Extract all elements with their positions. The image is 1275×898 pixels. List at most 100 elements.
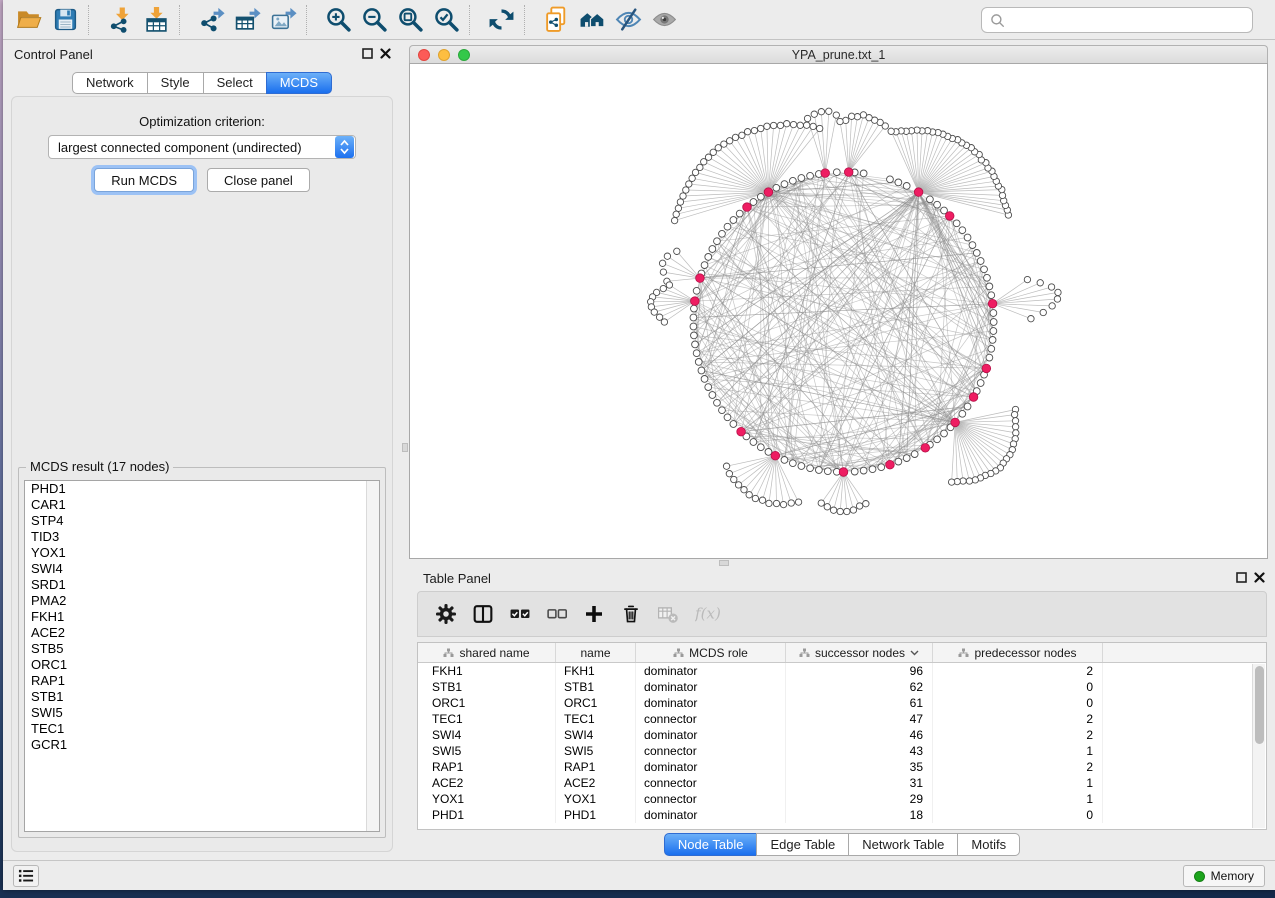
zoom-in-icon[interactable] bbox=[320, 4, 356, 36]
cell-successor-nodes[interactable]: 18 bbox=[786, 807, 933, 823]
open-file-icon[interactable] bbox=[11, 4, 47, 36]
mcds-result-node[interactable]: ORC1 bbox=[25, 657, 379, 673]
split-columns-icon[interactable] bbox=[473, 604, 493, 624]
hide-eye-icon[interactable] bbox=[610, 4, 646, 36]
close-panel-icon[interactable] bbox=[380, 48, 391, 59]
tab-mcds[interactable]: MCDS bbox=[266, 72, 332, 94]
mcds-result-node[interactable]: SRD1 bbox=[25, 577, 379, 593]
cell-shared-name[interactable]: YOX1 bbox=[418, 791, 556, 807]
mcds-result-node[interactable]: TEC1 bbox=[25, 721, 379, 737]
cell-shared-name[interactable]: ORC1 bbox=[418, 695, 556, 711]
mcds-result-node[interactable]: STP4 bbox=[25, 513, 379, 529]
table-row[interactable]: ORC1ORC1dominator610 bbox=[418, 695, 1266, 711]
cell-predecessor-nodes[interactable]: 1 bbox=[933, 791, 1103, 807]
cell-shared-name[interactable]: STB1 bbox=[418, 679, 556, 695]
cell-MCDS-role[interactable]: dominator bbox=[636, 679, 786, 695]
home-icon[interactable] bbox=[574, 4, 610, 36]
memory-button[interactable]: Memory bbox=[1183, 865, 1265, 887]
export-image-icon[interactable] bbox=[265, 4, 301, 36]
cell-name[interactable]: ACE2 bbox=[556, 775, 636, 791]
cell-shared-name[interactable]: PHD1 bbox=[418, 807, 556, 823]
horizontal-splitter[interactable] bbox=[409, 559, 1275, 567]
cell-MCDS-role[interactable]: dominator bbox=[636, 695, 786, 711]
import-network-icon[interactable] bbox=[102, 4, 138, 36]
column-header-name[interactable]: name bbox=[556, 643, 636, 662]
show-eye-icon[interactable] bbox=[646, 4, 682, 36]
table-row[interactable]: SWI5SWI5connector431 bbox=[418, 743, 1266, 759]
column-header-successor-nodes[interactable]: successor nodes bbox=[786, 643, 933, 662]
cell-successor-nodes[interactable]: 29 bbox=[786, 791, 933, 807]
cell-predecessor-nodes[interactable]: 1 bbox=[933, 743, 1103, 759]
add-column-icon[interactable] bbox=[584, 604, 604, 624]
cell-MCDS-role[interactable]: connector bbox=[636, 743, 786, 759]
tab-network-table[interactable]: Network Table bbox=[848, 833, 958, 856]
network-graph[interactable] bbox=[410, 64, 1267, 558]
column-header-predecessor-nodes[interactable]: predecessor nodes bbox=[933, 643, 1103, 662]
cell-name[interactable]: RAP1 bbox=[556, 759, 636, 775]
mcds-result-node[interactable]: STB5 bbox=[25, 641, 379, 657]
cell-predecessor-nodes[interactable]: 2 bbox=[933, 727, 1103, 743]
deselect-all-icon[interactable] bbox=[547, 604, 567, 624]
select-all-icon[interactable] bbox=[510, 604, 530, 624]
status-list-button[interactable] bbox=[13, 865, 39, 887]
cell-predecessor-nodes[interactable]: 2 bbox=[933, 759, 1103, 775]
table-row[interactable]: RAP1RAP1dominator352 bbox=[418, 759, 1266, 775]
table-scrollbar[interactable] bbox=[1252, 664, 1265, 828]
cell-successor-nodes[interactable]: 31 bbox=[786, 775, 933, 791]
cell-name[interactable]: YOX1 bbox=[556, 791, 636, 807]
float-panel-icon[interactable] bbox=[1236, 572, 1247, 583]
cell-MCDS-role[interactable]: dominator bbox=[636, 663, 786, 679]
gear-icon[interactable] bbox=[436, 604, 456, 624]
cell-predecessor-nodes[interactable]: 0 bbox=[933, 679, 1103, 695]
zoom-selected-icon[interactable] bbox=[428, 4, 464, 36]
column-header-MCDS-role[interactable]: MCDS role bbox=[636, 643, 786, 662]
export-table-icon[interactable] bbox=[229, 4, 265, 36]
save-session-icon[interactable] bbox=[47, 4, 83, 36]
export-network-icon[interactable] bbox=[193, 4, 229, 36]
cell-MCDS-role[interactable]: connector bbox=[636, 791, 786, 807]
cell-successor-nodes[interactable]: 43 bbox=[786, 743, 933, 759]
search-box[interactable] bbox=[981, 7, 1253, 33]
cell-predecessor-nodes[interactable]: 2 bbox=[933, 711, 1103, 727]
mcds-result-node[interactable]: STB1 bbox=[25, 689, 379, 705]
search-input[interactable] bbox=[1011, 13, 1244, 28]
network-window-titlebar[interactable]: YPA_prune.txt_1 bbox=[409, 45, 1268, 63]
table-row[interactable]: SWI4SWI4dominator462 bbox=[418, 727, 1266, 743]
mcds-result-node[interactable]: YOX1 bbox=[25, 545, 379, 561]
splitter-handle[interactable] bbox=[402, 443, 408, 452]
zoom-out-icon[interactable] bbox=[356, 4, 392, 36]
column-header-shared-name[interactable]: shared name bbox=[418, 643, 556, 662]
table-row[interactable]: FKH1FKH1dominator962 bbox=[418, 663, 1266, 679]
table-scrollbar-thumb[interactable] bbox=[1255, 666, 1264, 744]
cell-name[interactable]: PHD1 bbox=[556, 807, 636, 823]
cell-shared-name[interactable]: FKH1 bbox=[418, 663, 556, 679]
tab-select[interactable]: Select bbox=[203, 72, 267, 94]
cell-predecessor-nodes[interactable]: 1 bbox=[933, 775, 1103, 791]
mcds-result-node[interactable]: TID3 bbox=[25, 529, 379, 545]
run-mcds-button[interactable]: Run MCDS bbox=[94, 168, 194, 192]
cell-MCDS-role[interactable]: connector bbox=[636, 775, 786, 791]
cell-MCDS-role[interactable]: dominator bbox=[636, 807, 786, 823]
cell-successor-nodes[interactable]: 96 bbox=[786, 663, 933, 679]
mcds-result-list[interactable]: PHD1CAR1STP4TID3YOX1SWI4SRD1PMA2FKH1ACE2… bbox=[24, 480, 380, 832]
cell-successor-nodes[interactable]: 61 bbox=[786, 695, 933, 711]
float-panel-icon[interactable] bbox=[362, 48, 373, 59]
mcds-result-node[interactable]: SWI4 bbox=[25, 561, 379, 577]
tab-node-table[interactable]: Node Table bbox=[664, 833, 758, 856]
vertical-splitter[interactable] bbox=[401, 41, 409, 860]
cell-shared-name[interactable]: ACE2 bbox=[418, 775, 556, 791]
cell-name[interactable]: SWI4 bbox=[556, 727, 636, 743]
splitter-handle[interactable] bbox=[719, 560, 729, 566]
cell-shared-name[interactable]: SWI4 bbox=[418, 727, 556, 743]
mcds-result-node[interactable]: FKH1 bbox=[25, 609, 379, 625]
mcds-result-node[interactable]: ACE2 bbox=[25, 625, 379, 641]
cell-shared-name[interactable]: RAP1 bbox=[418, 759, 556, 775]
cell-predecessor-nodes[interactable]: 0 bbox=[933, 807, 1103, 823]
tab-motifs[interactable]: Motifs bbox=[957, 833, 1020, 856]
table-row[interactable]: ACE2ACE2connector311 bbox=[418, 775, 1266, 791]
cell-name[interactable]: ORC1 bbox=[556, 695, 636, 711]
zoom-fit-icon[interactable] bbox=[392, 4, 428, 36]
tab-network[interactable]: Network bbox=[72, 72, 148, 94]
cell-successor-nodes[interactable]: 47 bbox=[786, 711, 933, 727]
close-panel-icon[interactable] bbox=[1254, 572, 1265, 583]
